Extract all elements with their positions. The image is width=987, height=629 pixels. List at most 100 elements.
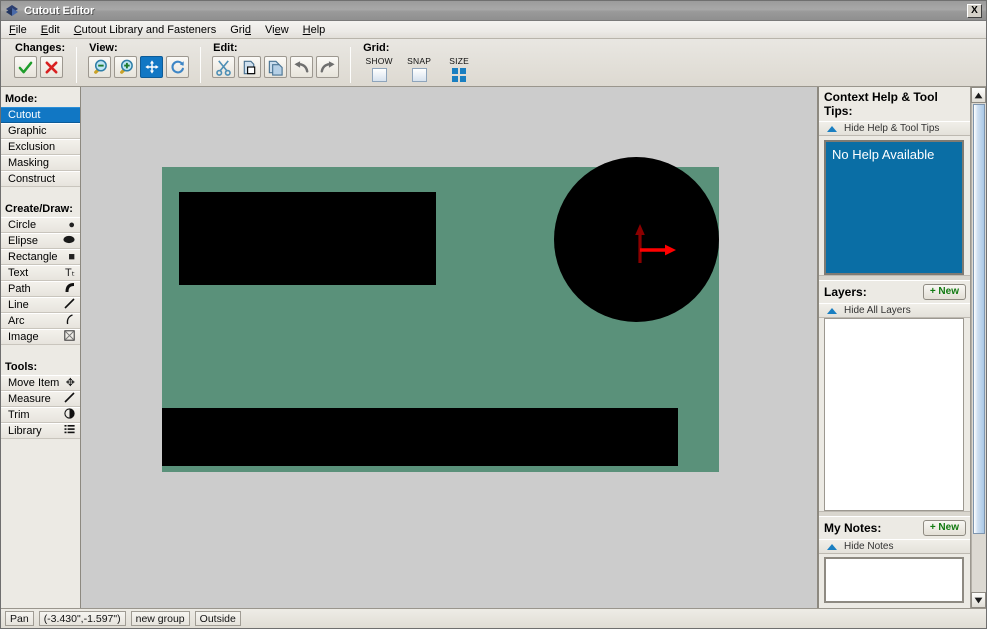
right-panel-scrollbar[interactable] <box>970 87 986 608</box>
app-logo-icon <box>5 4 19 18</box>
status-mode: Pan <box>5 611 34 626</box>
sidebar-item-measure[interactable]: Measure <box>1 391 80 407</box>
menu-grid[interactable]: Grid <box>230 24 251 36</box>
chevron-up-icon <box>827 125 837 132</box>
redo-button[interactable] <box>316 56 340 78</box>
hide-all-layers-label: Hide All Layers <box>844 305 911 316</box>
tools-section-title: Tools: <box>5 361 38 373</box>
sidebar-item-cutout[interactable]: Cutout <box>1 107 80 123</box>
sidebar-item-trim[interactable]: Trim <box>1 407 80 423</box>
sidebar-label-image: Image <box>8 331 39 343</box>
path-curve-icon <box>64 282 75 296</box>
sidebar-item-text[interactable]: Text Tₜ <box>1 265 80 281</box>
refresh-button[interactable] <box>166 56 190 78</box>
help-body-text: No Help Available <box>832 147 935 162</box>
scrollbar-track[interactable] <box>971 103 986 592</box>
layers-panel-header: Layers: + New <box>819 281 970 303</box>
close-window-button[interactable]: X <box>967 3 982 18</box>
grid-size-control[interactable]: SIZE <box>442 56 476 82</box>
workspace: Mode: Cutout Graphic Exclusion Masking C… <box>1 87 986 608</box>
sidebar-label-rectangle: Rectangle <box>8 251 58 263</box>
view-group-label: View: <box>89 42 118 54</box>
hide-all-layers-toggle[interactable]: Hide All Layers <box>819 303 970 318</box>
grid-snap-checkbox[interactable] <box>411 68 427 82</box>
menu-cutout-library-and-fasteners[interactable]: Cutout Library and Fasteners <box>74 24 216 36</box>
menu-view[interactable]: View <box>265 24 289 36</box>
sidebar-label-circle: Circle <box>8 219 37 231</box>
layers-list[interactable] <box>824 318 964 511</box>
hide-help-toggle[interactable]: Hide Help & Tool Tips <box>819 121 970 136</box>
paste-button[interactable] <box>238 56 262 78</box>
zoom-in-button[interactable] <box>114 56 138 78</box>
help-panel-header: Context Help & Tool Tips: <box>819 87 970 121</box>
accept-changes-button[interactable] <box>14 56 37 78</box>
chevron-up-icon <box>827 307 837 314</box>
origin-axis-indicator <box>634 223 680 265</box>
sidebar-item-masking[interactable]: Masking <box>1 155 80 171</box>
sidebar-label-exclusion: Exclusion <box>8 141 56 153</box>
drawing-canvas[interactable] <box>81 87 818 608</box>
sidebar-label-line: Line <box>8 299 29 311</box>
toolbar-separator-2 <box>200 47 202 83</box>
toolbar-separator-3 <box>350 47 352 83</box>
sidebar-item-rectangle[interactable]: Rectangle ■ <box>1 249 80 265</box>
sidebar-label-elipse: Elipse <box>8 235 38 247</box>
sidebar-label-trim: Trim <box>8 409 30 421</box>
grid-size-icon[interactable] <box>452 68 467 82</box>
cut-button[interactable] <box>212 56 236 78</box>
sidebar-item-graphic[interactable]: Graphic <box>1 123 80 139</box>
status-coordinates: (-3.430",-1.597") <box>38 611 126 626</box>
copy-button[interactable] <box>264 56 288 78</box>
filled-square-icon: ■ <box>68 250 75 263</box>
layers-panel-title: Layers: <box>824 285 867 299</box>
grid-show-control[interactable]: SHOW <box>362 56 396 82</box>
grid-size-label: SIZE <box>449 56 469 66</box>
toolbar-group-view: View: <box>81 41 196 85</box>
new-layer-button[interactable]: + New <box>922 284 966 300</box>
trim-icon <box>64 408 75 422</box>
undo-button[interactable] <box>290 56 314 78</box>
menu-file[interactable]: File <box>9 24 27 36</box>
menu-help[interactable]: Help <box>303 24 326 36</box>
grid-group-label: Grid: <box>363 42 390 54</box>
sidebar-item-library[interactable]: Library <box>1 423 80 439</box>
sidebar-item-exclusion[interactable]: Exclusion <box>1 139 80 155</box>
reject-changes-button[interactable] <box>40 56 63 78</box>
scroll-down-button[interactable] <box>971 592 986 608</box>
hide-notes-toggle[interactable]: Hide Notes <box>819 539 970 554</box>
ruler-icon <box>64 392 75 406</box>
filled-circle-icon: ● <box>68 218 75 231</box>
grid-snap-control[interactable]: SNAP <box>402 56 436 82</box>
hide-help-label: Hide Help & Tool Tips <box>844 123 940 134</box>
toolbar-group-changes: Changes: <box>7 41 72 85</box>
sidebar-label-cutout: Cutout <box>8 109 41 121</box>
menu-bar: File Edit Cutout Library and Fasteners G… <box>1 21 986 39</box>
hide-notes-label: Hide Notes <box>844 541 894 552</box>
scroll-up-button[interactable] <box>971 87 986 103</box>
notes-input[interactable] <box>824 557 964 603</box>
new-note-button[interactable]: + New <box>922 520 966 536</box>
sidebar-item-elipse[interactable]: Elipse <box>1 233 80 249</box>
status-position: Outside <box>194 611 241 626</box>
grid-show-checkbox[interactable] <box>371 68 387 82</box>
chevron-up-icon <box>827 543 837 550</box>
sidebar-item-circle[interactable]: Circle ● <box>1 217 80 233</box>
left-sidebar: Mode: Cutout Graphic Exclusion Masking C… <box>1 87 81 608</box>
sidebar-item-path[interactable]: Path <box>1 281 80 297</box>
sidebar-item-construct[interactable]: Construct <box>1 171 80 187</box>
help-panel-title: Context Help & Tool Tips: <box>824 90 938 118</box>
pan-button[interactable] <box>140 56 164 78</box>
toolbar-group-grid: Grid: SHOW SNAP SIZE <box>355 41 483 85</box>
arc-icon <box>64 314 75 328</box>
artboard[interactable] <box>162 157 719 472</box>
cutout-rectangle-top[interactable] <box>179 192 436 285</box>
scrollbar-thumb[interactable] <box>973 104 985 534</box>
sidebar-item-line[interactable]: Line <box>1 297 80 313</box>
sidebar-item-image[interactable]: Image <box>1 329 80 345</box>
zoom-out-button[interactable] <box>88 56 112 78</box>
cutout-rectangle-bottom[interactable] <box>162 408 678 466</box>
menu-edit[interactable]: Edit <box>41 24 60 36</box>
sidebar-item-arc[interactable]: Arc <box>1 313 80 329</box>
line-icon <box>64 298 75 312</box>
sidebar-item-move-item[interactable]: Move Item ✥ <box>1 375 80 391</box>
